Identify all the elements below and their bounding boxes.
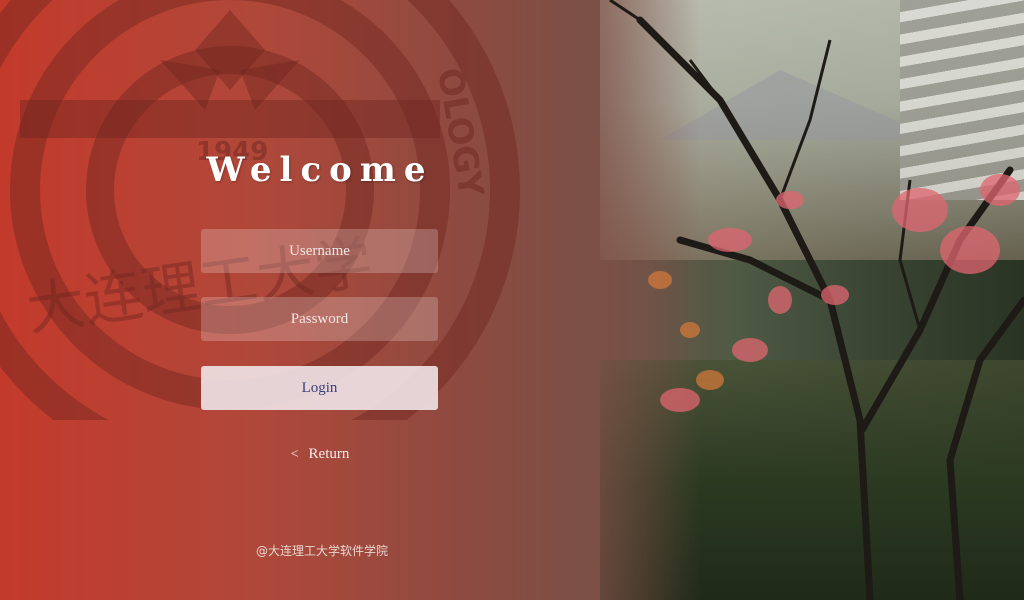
tree-branches bbox=[609, 0, 1024, 600]
login-panel: Welcome Login < Return @大连理工大学软件学院 bbox=[0, 0, 640, 600]
password-input[interactable] bbox=[201, 297, 438, 341]
footer-copyright: @大连理工大学软件学院 bbox=[255, 544, 388, 558]
return-link[interactable]: < Return bbox=[270, 446, 370, 466]
login-button-label: Login bbox=[301, 380, 338, 396]
chevron-left-icon: < bbox=[290, 447, 299, 462]
welcome-title: Welcome bbox=[206, 150, 434, 190]
return-label: Return bbox=[308, 446, 350, 462]
login-button[interactable]: Login bbox=[201, 366, 438, 410]
username-input[interactable] bbox=[201, 229, 438, 273]
